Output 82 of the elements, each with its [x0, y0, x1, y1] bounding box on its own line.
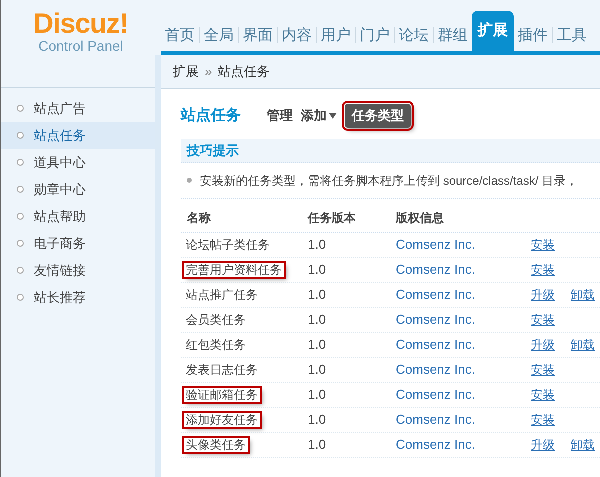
column-header: 版权信息	[396, 210, 445, 226]
table-cell-text: 1.0	[308, 261, 328, 280]
sidebar-item[interactable]: 站点帮助	[1, 203, 155, 230]
bullet-icon	[17, 105, 24, 112]
logo-wordmark: Discuz!	[34, 10, 128, 38]
tip-text: 安装新的任务类型，需将任务脚本程序上传到 source/class/task/ 目录，	[200, 172, 578, 190]
bullet-icon	[17, 159, 24, 166]
sub-tab[interactable]: 任务类型	[345, 104, 411, 128]
bullet-icon	[17, 294, 24, 301]
logo-subtitle: Control Panel	[38, 38, 124, 54]
action-link[interactable]: 升级	[531, 436, 555, 454]
nav-tab[interactable]: 群组	[434, 21, 472, 51]
sidebar-item[interactable]: 电子商务	[1, 230, 155, 257]
table-cell-text: 1.0	[308, 436, 328, 454]
bullet-icon	[17, 213, 24, 220]
nav-tab[interactable]: 门户	[356, 21, 394, 51]
table-cell-text: Comsenz Inc.	[396, 336, 476, 354]
column-header: 任务版本	[308, 210, 357, 226]
nav-tab[interactable]: 全局	[200, 21, 238, 51]
table-cell-text: 发表日志任务	[185, 363, 259, 377]
bullet-icon	[17, 267, 24, 274]
nav-tab[interactable]: 首页	[161, 21, 199, 51]
action-link[interactable]: 卸载	[571, 286, 595, 304]
table-cell-text: Comsenz Inc.	[396, 386, 476, 404]
table-cell: 头像类任务	[184, 438, 248, 452]
table-cell-text: Comsenz Inc.	[396, 436, 476, 454]
tips-title: 技巧提示	[187, 142, 239, 160]
action-link[interactable]: 安装	[531, 361, 555, 379]
sidebar-item[interactable]: 友情链接	[1, 257, 155, 284]
action-link[interactable]: 安装	[531, 411, 555, 429]
action-link[interactable]: 升级	[531, 336, 555, 354]
column-header: 名称	[186, 210, 212, 226]
nav-tab[interactable]: 界面	[239, 21, 277, 51]
table-cell-text: 会员类任务	[185, 313, 247, 327]
table-cell-text: Comsenz Inc.	[396, 261, 476, 280]
action-link[interactable]: 卸载	[571, 336, 595, 354]
table-cell-text: 1.0	[308, 311, 328, 330]
table-cell: 添加好友任务	[184, 413, 260, 427]
bullet-icon	[17, 186, 24, 193]
bullet-icon	[17, 132, 24, 139]
action-link[interactable]: 安装	[531, 236, 555, 254]
table-cell-text: Comsenz Inc.	[396, 236, 476, 254]
bullet-icon	[17, 240, 24, 247]
nav-tab[interactable]: 内容	[278, 21, 316, 51]
action-link[interactable]: 卸载	[571, 436, 595, 454]
nav-tab[interactable]: 论坛	[395, 21, 433, 51]
nav-tab[interactable]: 扩展	[472, 11, 514, 51]
action-link[interactable]: 升级	[531, 286, 555, 304]
breadcrumb-current: 站点任务	[218, 62, 270, 81]
table-cell: 验证邮箱任务	[184, 388, 260, 402]
nav-tab[interactable]: 用户	[317, 21, 355, 51]
table-cell-text: Comsenz Inc.	[396, 411, 476, 430]
nav-tab[interactable]: 工具	[553, 21, 591, 51]
sub-tab[interactable]: 添加	[301, 106, 337, 126]
action-link[interactable]: 安装	[531, 311, 555, 329]
sidebar-item[interactable]: 勋章中心	[1, 176, 155, 203]
sidebar-item[interactable]: 道具中心	[1, 149, 155, 176]
sidebar-item[interactable]: 站点任务	[1, 122, 155, 149]
bullet-icon	[187, 178, 192, 183]
table-cell: 完善用户资料任务	[184, 263, 284, 277]
table-cell-text: 论坛帖子类任务	[185, 238, 271, 252]
table-cell-text: 1.0	[308, 411, 328, 430]
table-cell-text: Comsenz Inc.	[396, 361, 476, 380]
sidebar-item[interactable]: 站长推荐	[1, 284, 155, 311]
caret-icon	[329, 113, 337, 119]
table-cell-text: Comsenz Inc.	[396, 311, 476, 330]
table-cell-text: 1.0	[308, 386, 328, 404]
action-link[interactable]: 安装	[531, 386, 555, 404]
action-link[interactable]: 安装	[531, 261, 555, 279]
sidebar-item[interactable]: 站点广告	[1, 95, 155, 122]
nav-tab[interactable]: 插件	[514, 21, 552, 51]
table-cell-text: 1.0	[308, 361, 328, 380]
table-cell-text: Comsenz Inc.	[396, 286, 476, 304]
breadcrumb-link[interactable]: 扩展	[173, 62, 199, 82]
table-cell-text: 1.0	[308, 286, 328, 304]
table-cell-text: 1.0	[308, 236, 328, 254]
table-cell-text: 站点推广任务	[185, 288, 259, 302]
sub-tab[interactable]: 管理	[267, 106, 293, 126]
breadcrumb-separator: »	[205, 62, 212, 81]
table-cell-text: 1.0	[308, 336, 328, 354]
table-cell-text: 红包类任务	[185, 338, 247, 352]
page-title: 站点任务	[181, 106, 241, 126]
